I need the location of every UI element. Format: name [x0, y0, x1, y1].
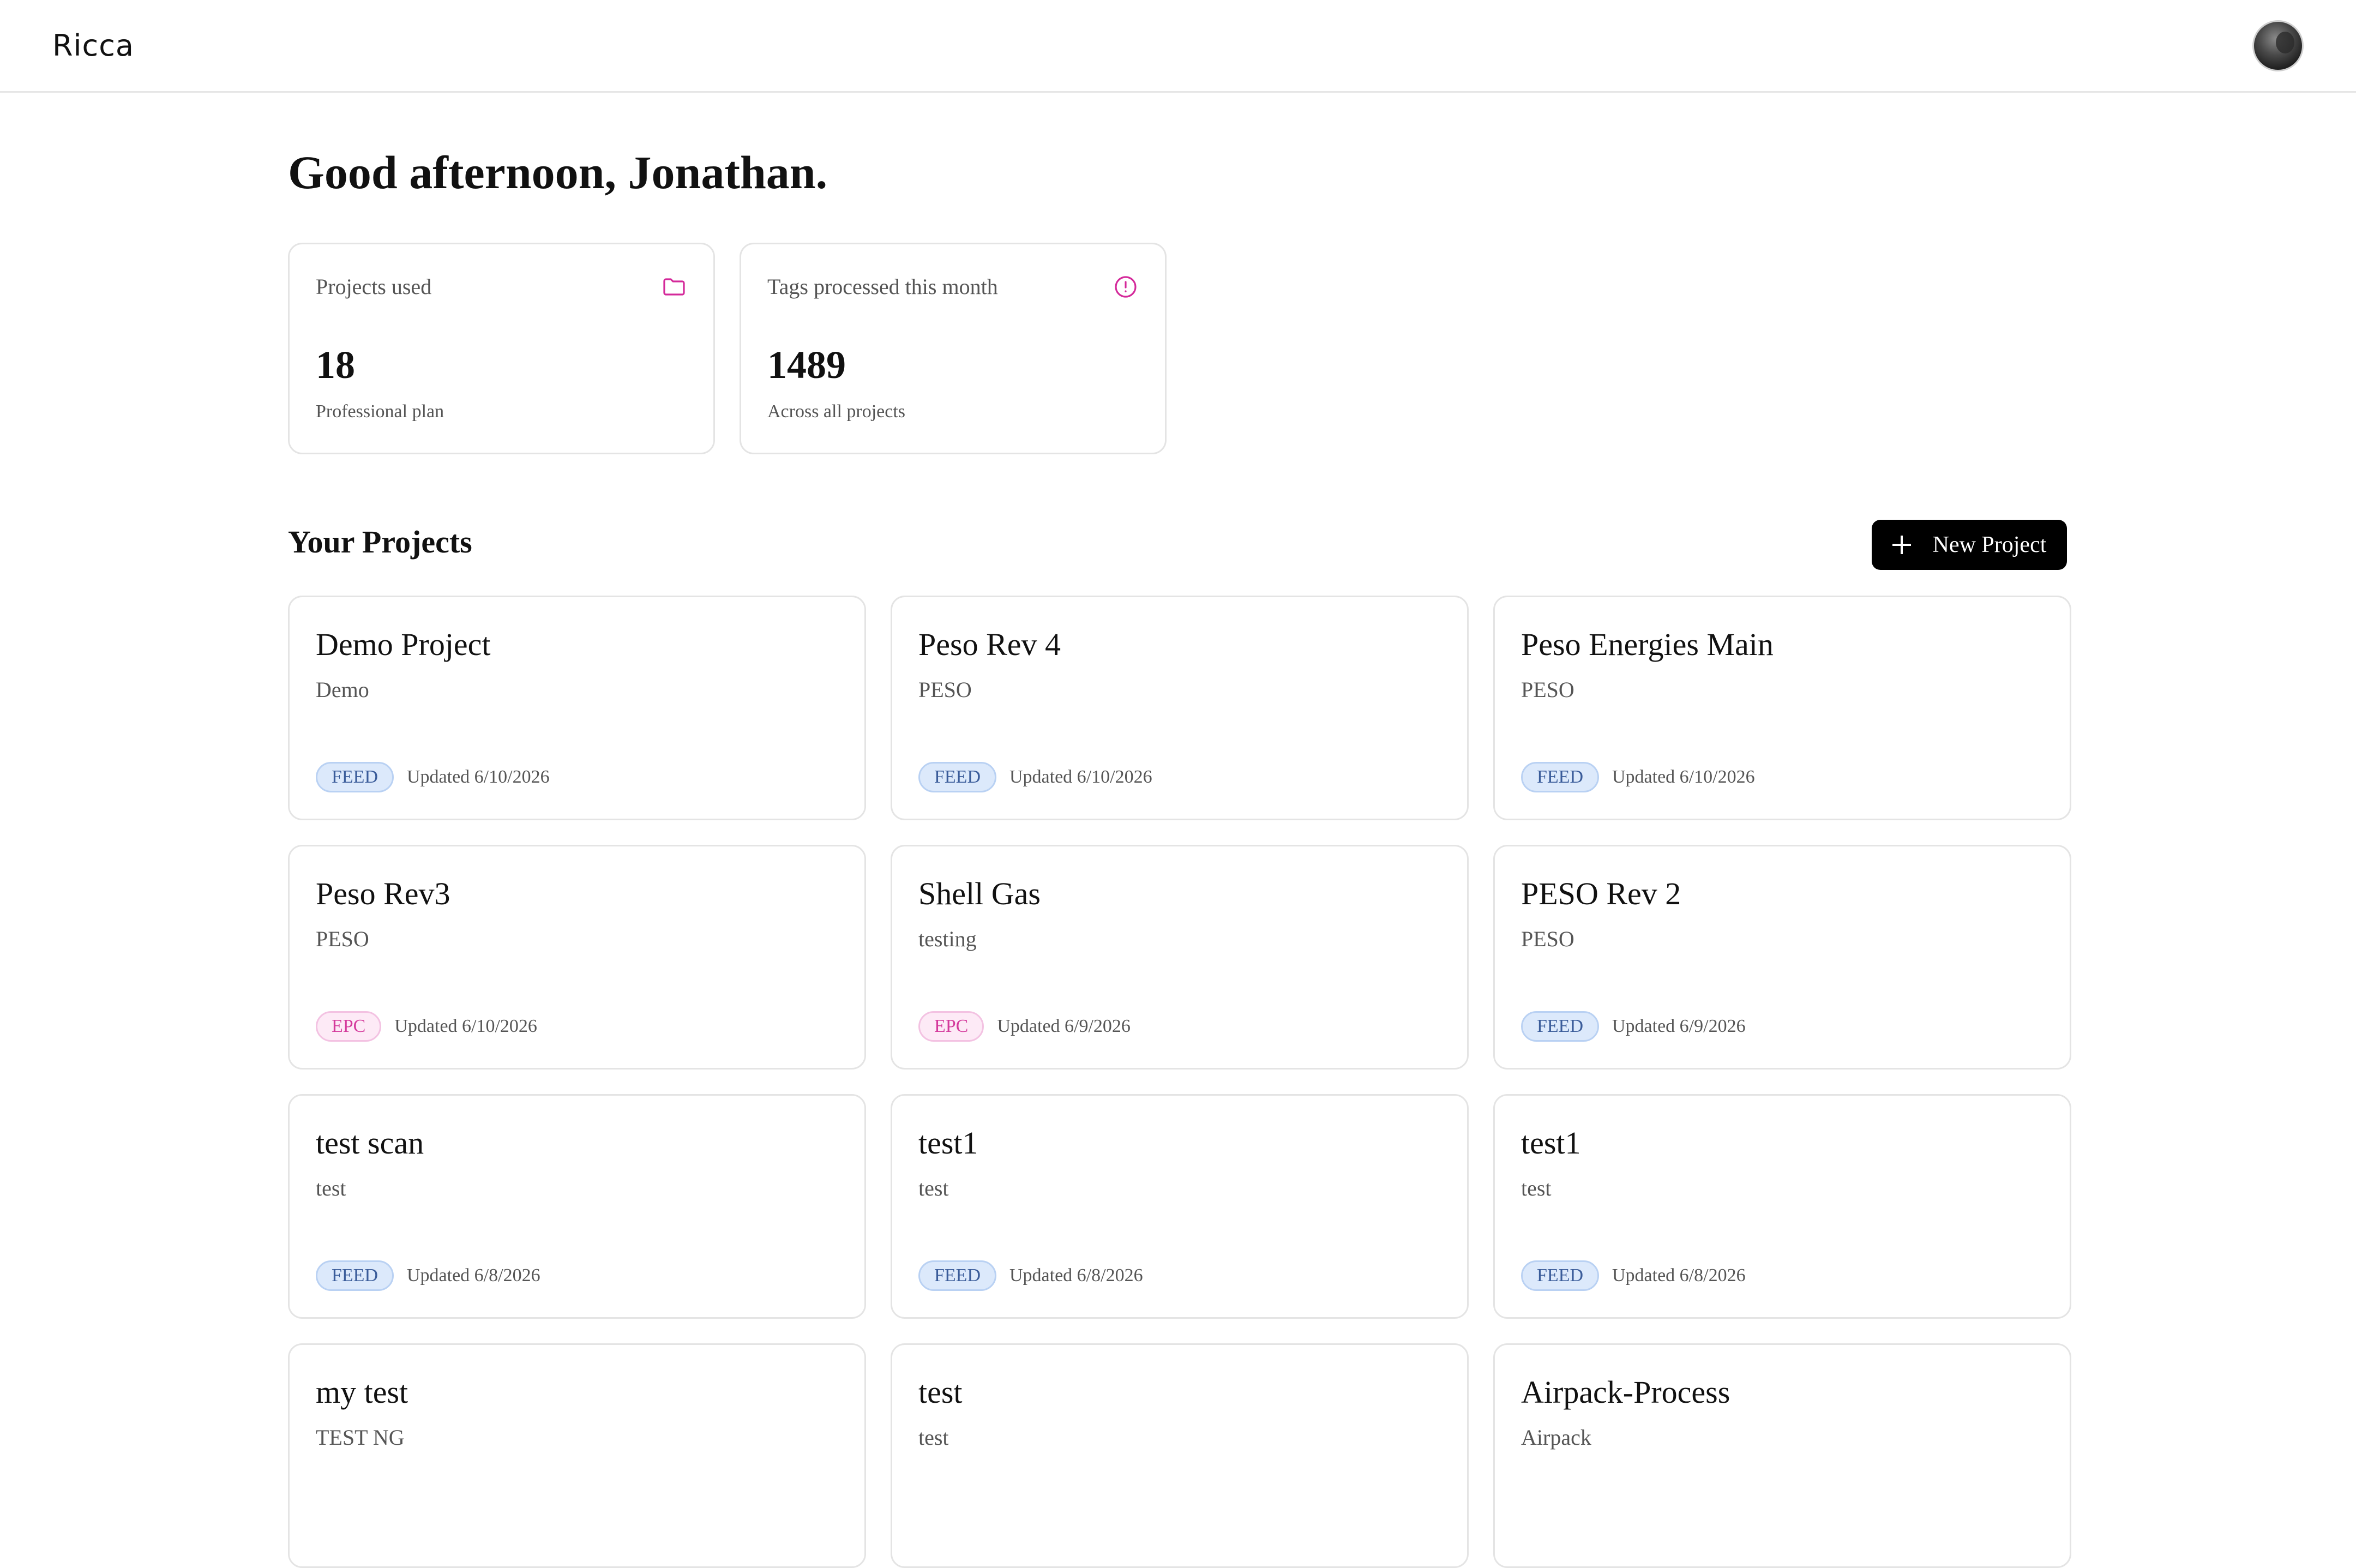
project-name: my test [316, 1374, 408, 1410]
project-card[interactable]: my test TEST NG [288, 1343, 866, 1568]
project-name: Demo Project [316, 627, 491, 662]
project-meta: FEED Updated 6/8/2026 [1521, 1260, 1746, 1291]
app-logo[interactable]: Ricca [52, 28, 134, 63]
project-card[interactable]: Peso Rev3 PESO EPC Updated 6/10/2026 [288, 845, 866, 1070]
project-meta: EPC Updated 6/10/2026 [316, 1011, 537, 1042]
project-client: test [1521, 1176, 1552, 1200]
project-card[interactable]: test scan test FEED Updated 6/8/2026 [288, 1094, 866, 1319]
project-card[interactable]: Airpack-Process Airpack [1493, 1343, 2071, 1568]
project-updated-date: Updated 6/8/2026 [407, 1265, 540, 1285]
project-card[interactable]: Peso Rev 4 PESO FEED Updated 6/10/2026 [891, 596, 1469, 820]
project-type-badge: FEED [1521, 1011, 1599, 1042]
top-bar: Ricca [0, 0, 2356, 93]
stat-value: 18 [316, 343, 355, 387]
projects-section-title: Your Projects [288, 524, 472, 560]
stat-subtitle: Across all projects [767, 401, 906, 422]
project-client: test [316, 1176, 346, 1200]
project-card[interactable]: test test [891, 1343, 1469, 1568]
project-meta: FEED Updated 6/9/2026 [1521, 1011, 1746, 1042]
project-card[interactable]: test1 test FEED Updated 6/8/2026 [891, 1094, 1469, 1319]
project-client: PESO [1521, 677, 1574, 702]
new-project-button[interactable]: New Project [1872, 520, 2067, 570]
project-type-badge: FEED [918, 1260, 996, 1291]
project-client: PESO [918, 677, 972, 702]
project-meta: FEED Updated 6/8/2026 [316, 1260, 540, 1291]
stat-card-projects-used: Projects used 18 Professional plan [288, 243, 715, 454]
project-meta: FEED Updated 6/10/2026 [316, 762, 550, 792]
project-name: Peso Rev 4 [918, 627, 1061, 662]
project-updated-date: Updated 6/10/2026 [1009, 767, 1152, 787]
project-name: test1 [1521, 1125, 1581, 1161]
project-meta: FEED Updated 6/10/2026 [1521, 762, 1755, 792]
project-updated-date: Updated 6/10/2026 [407, 767, 550, 787]
alert-circle-icon [1115, 276, 1137, 298]
project-client: test [918, 1425, 949, 1450]
project-name: Peso Energies Main [1521, 627, 1774, 662]
project-type-badge: EPC [918, 1011, 984, 1042]
project-card[interactable]: PESO Rev 2 PESO FEED Updated 6/9/2026 [1493, 845, 2071, 1070]
project-client: PESO [316, 927, 369, 951]
project-meta: EPC Updated 6/9/2026 [918, 1011, 1131, 1042]
project-client: PESO [1521, 927, 1574, 951]
folder-icon [663, 278, 685, 296]
project-type-badge: FEED [316, 762, 394, 792]
stat-value: 1489 [767, 343, 846, 387]
project-card[interactable]: Peso Energies Main PESO FEED Updated 6/10/2… [1493, 596, 2071, 820]
project-type-badge: FEED [316, 1260, 394, 1291]
project-client: testing [918, 927, 977, 951]
project-type-badge: FEED [1521, 762, 1599, 792]
project-updated-date: Updated 6/10/2026 [1612, 767, 1755, 787]
stat-subtitle: Professional plan [316, 401, 444, 422]
avatar[interactable] [2252, 20, 2304, 71]
stat-label: Projects used [316, 274, 432, 299]
project-updated-date: Updated 6/9/2026 [997, 1016, 1131, 1036]
project-name: Airpack-Process [1521, 1374, 1730, 1410]
project-type-badge: FEED [918, 762, 996, 792]
project-card[interactable]: Demo Project Demo FEED Updated 6/10/2026 [288, 596, 866, 820]
project-updated-date: Updated 6/8/2026 [1009, 1265, 1143, 1285]
project-name: test [918, 1374, 963, 1410]
project-name: PESO Rev 2 [1521, 876, 1681, 911]
plus-icon [1892, 536, 1911, 554]
stat-card-tags-processed: Tags processed this month 1489 Across al… [740, 243, 1167, 454]
project-meta: FEED Updated 6/10/2026 [918, 762, 1152, 792]
new-project-label: New Project [1932, 532, 2047, 557]
project-type-badge: FEED [1521, 1260, 1599, 1291]
project-client: test [918, 1176, 949, 1200]
project-client: TEST NG [316, 1425, 405, 1450]
project-meta: FEED Updated 6/8/2026 [918, 1260, 1143, 1291]
project-updated-date: Updated 6/10/2026 [394, 1016, 537, 1036]
project-updated-date: Updated 6/8/2026 [1612, 1265, 1746, 1285]
project-updated-date: Updated 6/9/2026 [1612, 1016, 1746, 1036]
project-name: test scan [316, 1125, 424, 1161]
project-name: Shell Gas [918, 876, 1041, 911]
project-name: Peso Rev3 [316, 876, 450, 911]
project-client: Demo [316, 677, 369, 702]
greeting-title: Good afternoon, Jonathan. [288, 146, 828, 199]
project-grid: Demo Project Demo FEED Updated 6/10/2026 Pes… [288, 596, 2071, 1568]
project-type-badge: EPC [316, 1011, 382, 1042]
project-card[interactable]: test1 test FEED Updated 6/8/2026 [1493, 1094, 2071, 1319]
project-client: Airpack [1521, 1425, 1591, 1450]
project-name: test1 [918, 1125, 978, 1161]
stat-label: Tags processed this month [767, 274, 998, 299]
project-card[interactable]: Shell Gas testing EPC Updated 6/9/2026 [891, 845, 1469, 1070]
